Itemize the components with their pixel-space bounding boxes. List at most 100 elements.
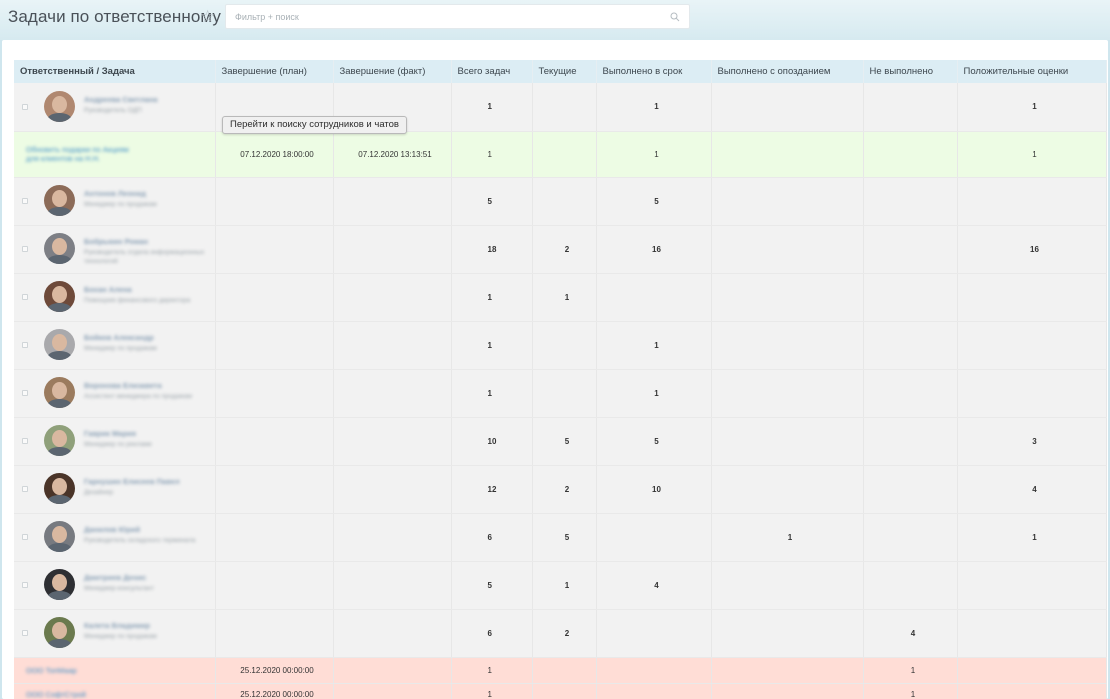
task-link[interactable]: ООО ТопМаар — [26, 666, 136, 675]
employee-row[interactable]: Бойков Александр Менеджер по продажам 1 1 — [14, 321, 1107, 370]
employee-row[interactable]: Дмитриев Денис Менеджер-консультант 5 1 4 — [14, 561, 1107, 610]
avatar[interactable] — [44, 185, 75, 216]
employee-name[interactable]: Бойков Александр — [84, 333, 154, 342]
employee-row[interactable]: Воронова Елизавета Ассистент менеджера по… — [14, 369, 1107, 418]
employee-row[interactable]: Калета Владимир Менеджер по продажам 6 2 4 — [14, 609, 1107, 658]
employee-row[interactable]: Гаврик Мария Менеджер по рекламе 10 5 5 3 — [14, 417, 1107, 466]
avatar[interactable] — [44, 521, 75, 552]
ontime-cell — [596, 657, 712, 684]
positive-cell — [957, 369, 1107, 418]
current-cell — [532, 657, 597, 684]
current-cell: 1 — [532, 561, 597, 610]
expander-icon[interactable] — [22, 534, 28, 540]
avatar[interactable] — [44, 90, 75, 122]
search-tooltip: Перейти к поиску сотрудников и чатов — [222, 116, 407, 134]
col-header[interactable]: Не выполнено — [863, 60, 958, 83]
employee-row[interactable]: Антонов Леонид Менеджер по продажам 5 5 — [14, 177, 1107, 226]
expander-icon[interactable] — [22, 582, 28, 588]
expander-icon[interactable] — [22, 390, 28, 396]
ontime-cell: 1 — [596, 369, 712, 418]
employee-row[interactable]: Бобрыкин Роман Руководитель отдела информ… — [14, 225, 1107, 274]
avatar[interactable] — [44, 281, 75, 312]
total-cell: 1 — [451, 131, 533, 178]
col-header[interactable]: Ответственный / Задача — [14, 60, 216, 83]
plan-date-cell — [215, 561, 334, 610]
task-link[interactable]: ООО СофтСтрой — [26, 690, 136, 699]
employee-role: Руководитель ОДП — [84, 106, 142, 114]
late-cell — [711, 609, 864, 658]
col-header[interactable]: Завершение (факт) — [333, 60, 452, 83]
search-box[interactable] — [225, 4, 690, 29]
expander-icon[interactable] — [22, 198, 28, 204]
task-link[interactable]: Обновить подарки по Акциям для клиентов … — [26, 145, 136, 163]
col-header[interactable]: Всего задач — [451, 60, 533, 83]
employee-name[interactable]: Воронова Елизавета — [84, 381, 162, 390]
top-bar: Задачи по ответственному ☆ — [0, 0, 1110, 40]
employee-cell: Калета Владимир Менеджер по продажам — [14, 609, 216, 658]
positive-cell — [957, 609, 1107, 658]
employee-name[interactable]: Дмитриев Денис — [84, 573, 146, 582]
plan-date-cell: 25.12.2020 00:00:00 — [215, 657, 334, 684]
total-cell: 1 — [451, 273, 533, 322]
fact-date-cell — [333, 177, 452, 226]
employee-row[interactable]: Андреева Светлана Руководитель ОДП 1 1 1 — [14, 83, 1107, 132]
col-header[interactable]: Текущие — [532, 60, 597, 83]
col-header[interactable]: Положительные оценки — [957, 60, 1107, 83]
late-cell — [711, 177, 864, 226]
task-row[interactable]: Обновить подарки по Акциям для клиентов … — [14, 131, 1107, 178]
employee-name[interactable]: Гарнушин Елисеев Павел — [84, 477, 180, 486]
expander-icon[interactable] — [22, 246, 28, 252]
employee-name[interactable]: Данилов Юрий — [84, 525, 140, 534]
page-title: Задачи по ответственному — [8, 7, 221, 26]
avatar[interactable] — [44, 473, 75, 504]
avatar[interactable] — [44, 329, 75, 360]
col-header[interactable]: Выполнено с опозданием — [711, 60, 864, 83]
task-row[interactable]: ООО ТопМаар 25.12.2020 00:00:00 1 1 — [14, 657, 1107, 684]
late-cell — [711, 321, 864, 370]
employee-name[interactable]: Калета Владимир — [84, 621, 150, 630]
employee-row[interactable]: Данилов Юрий Руководитель складского терм… — [14, 513, 1107, 562]
avatar[interactable] — [44, 425, 75, 456]
expander-icon[interactable] — [22, 294, 28, 300]
tasks-table: Ответственный / Задача Завершение (план)… — [14, 60, 1107, 699]
expander-icon[interactable] — [22, 486, 28, 492]
task-row[interactable]: ООО СофтСтрой 25.12.2020 00:00:00 1 1 — [14, 683, 1107, 699]
late-cell — [711, 683, 864, 699]
employee-name[interactable]: Бохан Алена — [84, 285, 132, 294]
late-cell — [711, 369, 864, 418]
current-cell — [532, 131, 597, 178]
failed-cell — [863, 465, 958, 514]
plan-date-cell — [215, 321, 334, 370]
employee-row[interactable]: Гарнушин Елисеев Павел Дизайнер 12 2 10 4 — [14, 465, 1107, 514]
expander-icon[interactable] — [22, 342, 28, 348]
search-icon[interactable] — [670, 12, 680, 22]
employee-name[interactable]: Гаврик Мария — [84, 429, 136, 438]
total-cell: 18 — [451, 225, 533, 274]
employee-name[interactable]: Бобрыкин Роман — [84, 237, 148, 246]
expander-icon[interactable] — [22, 438, 28, 444]
positive-cell — [957, 177, 1107, 226]
employee-row[interactable]: Бохан Алена Помощник финансового директор… — [14, 273, 1107, 322]
expander-icon[interactable] — [22, 630, 28, 636]
task-title-cell: Обновить подарки по Акциям для клиентов … — [14, 131, 216, 178]
expander-icon[interactable] — [22, 103, 28, 110]
avatar[interactable] — [44, 377, 75, 408]
star-icon[interactable]: ☆ — [200, 8, 218, 26]
avatar[interactable] — [44, 233, 75, 264]
employee-name[interactable]: Антонов Леонид — [84, 189, 146, 198]
employee-role: Менеджер по продажам — [84, 345, 157, 352]
employee-cell: Данилов Юрий Руководитель складского терм… — [14, 513, 216, 562]
failed-cell: 4 — [863, 609, 958, 658]
search-input[interactable] — [226, 5, 689, 28]
positive-cell — [957, 657, 1107, 684]
employee-role: Руководитель отдела информационных техно… — [84, 249, 205, 265]
avatar[interactable] — [44, 617, 75, 648]
employee-name[interactable]: Андреева Светлана — [84, 95, 158, 104]
plan-date-cell — [215, 369, 334, 418]
employee-role: Менеджер по рекламе — [84, 441, 152, 448]
ontime-cell — [596, 683, 712, 699]
current-cell: 2 — [532, 225, 597, 274]
col-header[interactable]: Завершение (план) — [215, 60, 334, 83]
col-header[interactable]: Выполнено в срок — [596, 60, 712, 83]
avatar[interactable] — [44, 569, 75, 600]
